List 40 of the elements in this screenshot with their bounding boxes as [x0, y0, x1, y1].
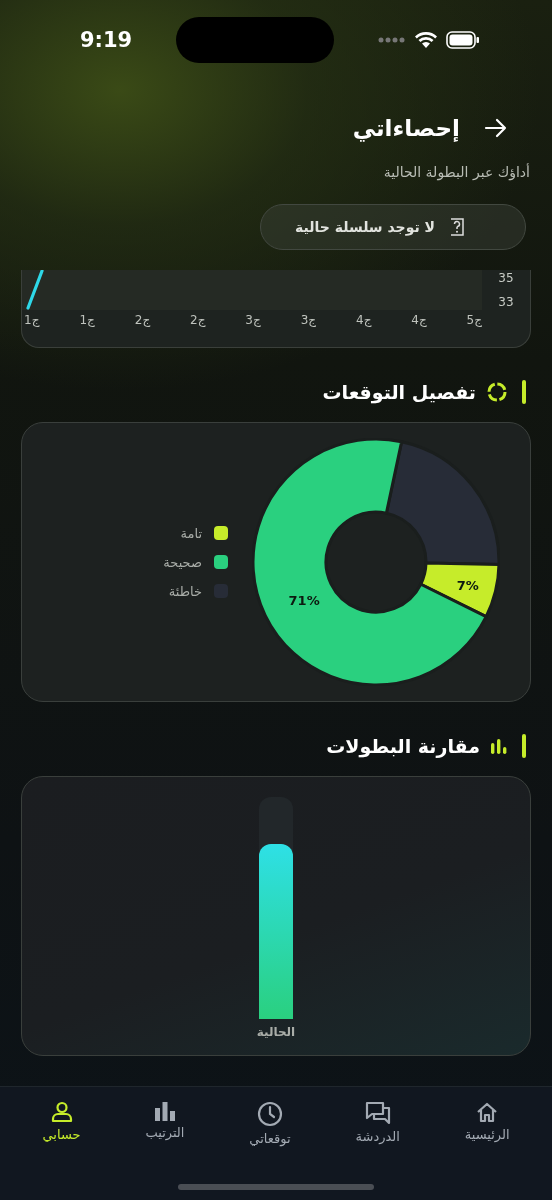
axis-label: ج5	[466, 312, 482, 328]
slice-label: 7%	[456, 577, 479, 593]
question-icon	[449, 218, 465, 236]
chat-icon	[364, 1101, 391, 1125]
page-subtitle: أداؤك عبر البطولة الحالية	[382, 162, 531, 180]
bar-label: الحالية	[256, 1025, 296, 1039]
axis-label: ج1	[79, 312, 95, 328]
ring-icon	[486, 381, 508, 403]
bar-chart-icon	[490, 738, 508, 754]
streak-text: لا توجد سلسلة حالية	[295, 219, 435, 235]
wifi-icon	[414, 31, 438, 49]
legend-label: صحيحة	[163, 554, 202, 570]
section-title: تفصيل التوقعات	[322, 381, 476, 403]
axis-label: ج2	[134, 312, 151, 328]
user-icon	[50, 1101, 73, 1123]
axis-label: 33	[498, 294, 514, 310]
axis-label: ج2	[190, 312, 206, 328]
signal-icon	[378, 37, 406, 43]
status-time: 9:19	[80, 28, 133, 52]
section-title: مقارنة البطولات	[326, 735, 480, 757]
axis-label: 35	[498, 270, 514, 286]
axis-label: ج4	[411, 312, 427, 328]
bar-chart-icon	[153, 1101, 176, 1121]
legend-label: خاطئة	[168, 583, 202, 599]
clock-icon	[257, 1101, 283, 1127]
nav-tab[interactable]: الرئيسية	[458, 1099, 516, 1148]
nav-tab[interactable]: الترتيب	[139, 1099, 191, 1148]
page-title: إحصاءاتي	[352, 115, 460, 141]
nav-tab[interactable]: الدردشة	[349, 1099, 406, 1148]
nav-tab[interactable]: توقعاتي	[243, 1099, 297, 1148]
axis-label: ج3	[245, 312, 261, 328]
axis-label: ج4	[356, 312, 372, 328]
axis-label: ج1	[24, 312, 40, 328]
back-arrow-icon[interactable]	[484, 118, 508, 138]
slice-label: 71%	[288, 592, 320, 608]
chart-line	[26, 270, 46, 310]
nav-tab[interactable]: حسابي	[36, 1099, 87, 1148]
legend-label: تامة	[180, 525, 202, 541]
axis-label: ج3	[300, 312, 317, 328]
battery-icon	[446, 31, 480, 49]
